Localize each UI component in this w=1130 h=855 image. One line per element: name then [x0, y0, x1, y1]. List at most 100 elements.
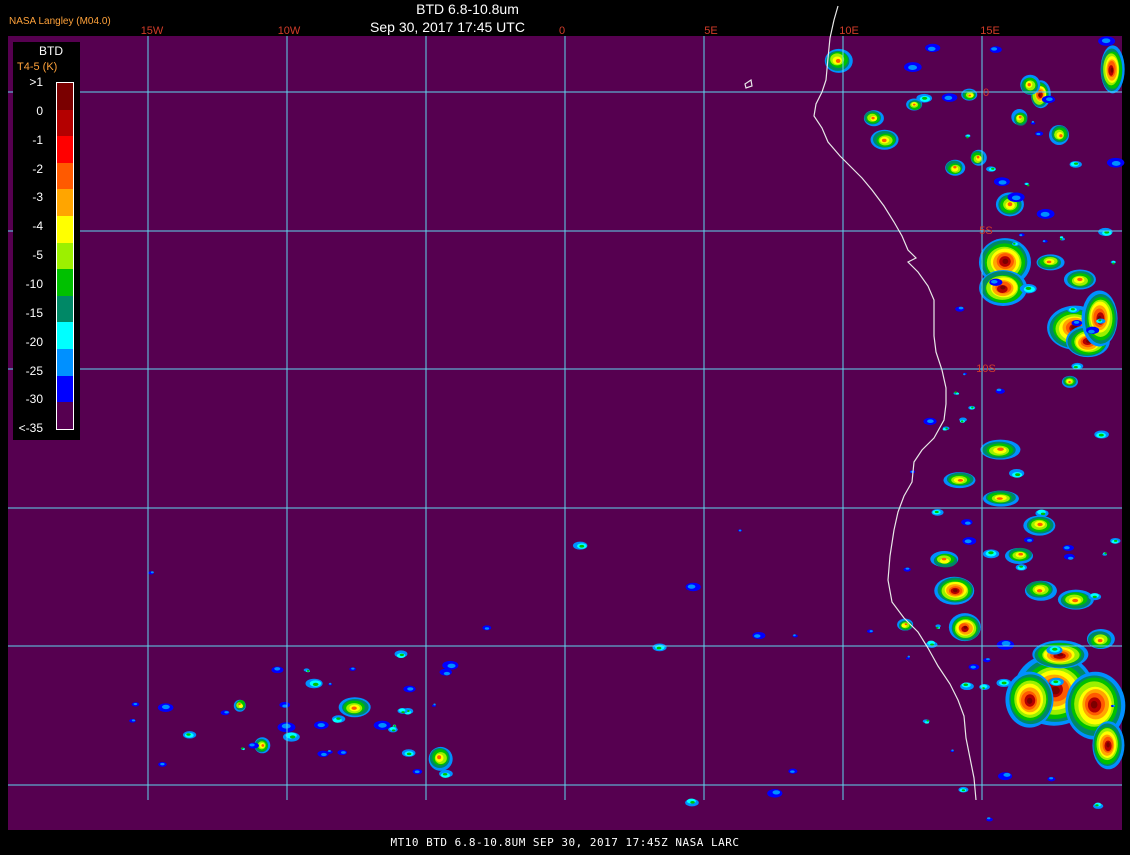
legend-title: BTD: [39, 44, 63, 58]
cloud-cell: [1097, 638, 1103, 643]
legend-tick-label: -15: [25, 305, 43, 320]
cloud-cell: [927, 419, 934, 424]
cloud-cell: [738, 529, 742, 532]
cloud-cell: [971, 406, 974, 409]
cloud-cell: [1031, 120, 1035, 123]
cloud-cell: [1052, 647, 1058, 651]
cloud-cell: [327, 749, 331, 752]
cloud-cell: [1053, 680, 1059, 684]
cloud-cell: [1112, 704, 1116, 707]
legend-swatch: [57, 375, 73, 403]
cloud-cell: [401, 711, 405, 714]
map-canvas: 15W 10W 0 5E 10E 15E05S10S: [8, 5, 1126, 830]
cloud-cell: [1104, 552, 1107, 555]
cloud-cell: [579, 544, 585, 548]
cloud-cell: [484, 627, 490, 630]
cloud-cell: [988, 551, 994, 555]
source-label: NASA Langley (M04.0): [9, 16, 111, 27]
cloud-cell: [934, 510, 939, 514]
image-title: BTD 6.8-10.8um: [416, 1, 519, 17]
latitude-label: 10S: [976, 363, 996, 375]
cloud-cell: [953, 589, 958, 593]
legend-swatch: [57, 242, 73, 270]
cloud-cell: [1073, 320, 1080, 324]
legend-tick-label: >1: [29, 75, 43, 89]
cloud-cell: [966, 134, 970, 137]
cloud-cell: [1101, 38, 1111, 44]
cloud-cell: [987, 817, 991, 820]
cloud-cell: [1001, 641, 1011, 646]
legend-tick-label: -2: [32, 161, 43, 176]
cloud-cell: [905, 657, 910, 660]
cloud-cell: [1046, 97, 1053, 102]
cloud-cell: [161, 704, 170, 710]
cloud-cell: [926, 719, 929, 722]
cloud-cell: [991, 47, 998, 51]
legend-tick-label: -1: [32, 132, 43, 147]
cloud-cell: [963, 683, 969, 687]
legend-tick-label: -3: [32, 190, 43, 205]
cloud-cell: [1059, 238, 1063, 241]
cloud-cell: [976, 155, 980, 159]
cloud-cell: [1113, 539, 1118, 542]
cloud-cell: [961, 789, 966, 792]
cloud-cell: [241, 747, 244, 750]
legend-color-bar: [56, 82, 74, 430]
cloud-cell: [238, 703, 241, 706]
cloud-cell: [908, 65, 918, 70]
cloud-cell: [281, 723, 291, 729]
cloud-cell: [1049, 777, 1054, 780]
cloud-cell: [1015, 473, 1021, 477]
cloud-cell: [951, 749, 954, 752]
cloud-cell: [953, 165, 957, 169]
cloud-cell: [998, 180, 1007, 185]
cloud-cell: [924, 721, 930, 724]
cloud-cell: [871, 116, 875, 120]
cloud-cell: [1059, 236, 1064, 239]
cloud-cell: [1001, 681, 1007, 685]
cloud-cell: [351, 667, 355, 670]
cloud-cell: [1018, 552, 1024, 556]
cloud-cell: [393, 724, 396, 727]
cloud-cell: [1025, 286, 1032, 290]
cloud-cell: [317, 723, 325, 728]
cloud-cell: [905, 567, 910, 570]
cloud-cell: [990, 279, 998, 284]
cloud-cell: [1027, 539, 1032, 542]
cloud-cell: [754, 634, 761, 638]
cloud-cell: [945, 427, 948, 430]
cloud-cell: [964, 521, 971, 525]
cloud-cell: [442, 773, 448, 776]
cloud-cell: [1027, 82, 1031, 87]
cloud-cell: [433, 703, 436, 706]
cloud-cell: [1077, 277, 1083, 282]
cloud-cell: [996, 497, 1003, 500]
cloud-cell: [1000, 285, 1006, 290]
cloud-cell: [772, 790, 781, 795]
legend-tick-label: -5: [32, 248, 43, 263]
cloud-cell: [1112, 262, 1115, 265]
legend-swatch: [57, 136, 73, 163]
legend-swatch: [57, 216, 73, 243]
cloud-cell: [1059, 134, 1063, 138]
cloud-cell: [927, 46, 936, 51]
legend-swatch: [57, 83, 73, 110]
cloud-cell: [186, 733, 191, 736]
cloud-cell: [378, 723, 387, 728]
cloud-cell: [970, 665, 976, 669]
cloud-cell: [1019, 565, 1024, 568]
cloud-cell: [1019, 234, 1023, 237]
cloud-cell: [274, 667, 281, 671]
cloud-cell: [340, 751, 346, 754]
cloud-cell: [1011, 195, 1021, 201]
cloud-cell: [1073, 162, 1079, 165]
cloud-cell: [835, 58, 841, 63]
cloud-cell: [907, 655, 910, 658]
cloud-cell: [391, 729, 396, 732]
cloud-cell: [1068, 380, 1071, 383]
cloud-cell: [1040, 211, 1050, 217]
cloud-cell: [1092, 595, 1097, 599]
cloud-cell: [954, 391, 957, 394]
cloud-cell: [690, 801, 695, 804]
cloud-cell: [406, 752, 412, 756]
